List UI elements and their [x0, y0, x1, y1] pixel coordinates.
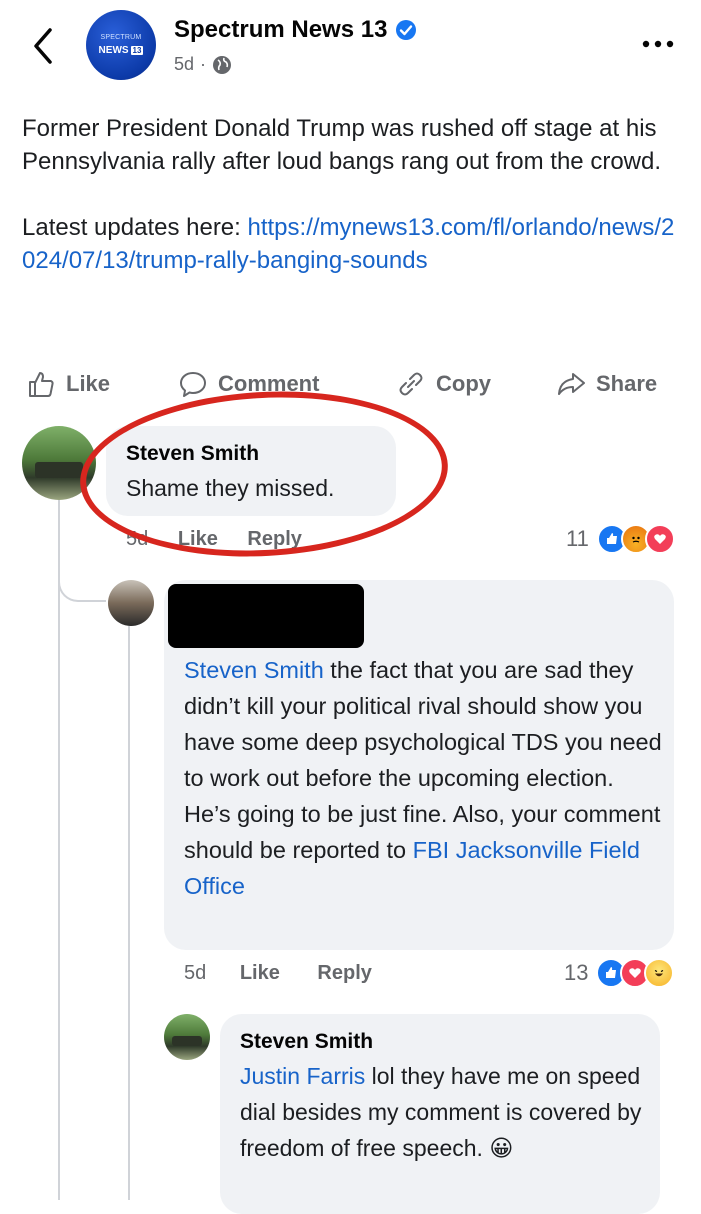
comment-author[interactable]: Steven Smith — [126, 442, 259, 466]
reply-like-link[interactable]: Like — [240, 962, 280, 984]
haha-reaction-icon — [644, 958, 675, 988]
reply-age[interactable]: 5d — [184, 962, 206, 984]
nested-reply-text: Justin Farris lol they have me on speed … — [240, 1058, 650, 1166]
nested-reply-avatar[interactable] — [164, 1014, 210, 1060]
page-name-text[interactable]: Spectrum News 13 — [174, 16, 387, 44]
more-options-icon[interactable] — [638, 34, 678, 54]
commenter-avatar[interactable] — [22, 426, 96, 500]
link-chain-icon — [399, 372, 423, 396]
back-arrow-icon[interactable] — [26, 24, 60, 68]
post-text: Former President Donald Trump was rushed… — [22, 112, 682, 277]
share-label: Share — [596, 371, 658, 396]
nested-reply-author[interactable]: Steven Smith — [240, 1030, 373, 1054]
logo-number: 13 — [130, 45, 144, 55]
thread-line-reply — [128, 626, 130, 1200]
logo-line2: NEWS — [98, 44, 129, 56]
comment-button[interactable]: Comment — [178, 362, 319, 406]
replier-avatar[interactable] — [108, 580, 154, 626]
reply-body: the fact that you are sad they didn’t ki… — [184, 657, 662, 863]
copy-button[interactable]: Copy — [396, 362, 491, 406]
comment-reactions[interactable]: 11 — [566, 524, 675, 554]
share-arrow-icon — [558, 373, 585, 395]
post-headline: Former President Donald Trump was rushed… — [22, 115, 662, 175]
reply-reply-link[interactable]: Reply — [317, 962, 371, 984]
thread-line-main — [58, 500, 60, 1200]
comment-reply-link[interactable]: Reply — [247, 528, 301, 550]
post-updates: Latest updates here: https://mynews13.co… — [22, 211, 682, 277]
grin-emoji-icon: 😀 — [489, 1135, 514, 1161]
comment-age[interactable]: 5d — [126, 528, 148, 550]
comment-label: Comment — [218, 371, 320, 396]
thumbs-up-icon — [29, 372, 54, 397]
comment-bubble: Steven Smith Shame they missed. — [106, 426, 396, 516]
spectrum-news-logo: SPECTRUM NEWS 13 — [99, 34, 144, 57]
globe-icon — [213, 55, 232, 74]
logo-line1: SPECTRUM — [100, 33, 142, 41]
post-age[interactable]: 5d — [174, 54, 194, 75]
reply-reactions[interactable]: 13 — [564, 958, 675, 988]
comment-text: Shame they missed. — [126, 475, 335, 501]
comment-bubble-icon — [180, 372, 206, 397]
reply-bubble: Steven Smith the fact that you are sad t… — [164, 580, 674, 950]
page-avatar[interactable]: SPECTRUM NEWS 13 — [86, 10, 156, 80]
reply-meta: 5d Like Reply — [184, 962, 372, 985]
thread-line-connector — [58, 560, 106, 602]
meta-separator: · — [200, 54, 207, 74]
redacted-author-name — [168, 584, 364, 648]
reply-reaction-count: 13 — [564, 960, 589, 985]
post-meta: 5d · — [174, 54, 232, 75]
comment-like-link[interactable]: Like — [178, 528, 218, 550]
copy-label: Copy — [436, 371, 491, 396]
page-name[interactable]: Spectrum News 13 — [174, 16, 417, 44]
reply-text: Steven Smith the fact that you are sad t… — [184, 652, 664, 904]
like-button[interactable]: Like — [26, 362, 110, 406]
updates-prefix: Latest updates here: — [22, 214, 248, 241]
share-button[interactable]: Share — [556, 362, 657, 406]
post-action-bar: Like Comment Copy Share — [0, 362, 701, 406]
like-label: Like — [66, 371, 111, 396]
verified-badge-icon — [396, 20, 417, 40]
comment-meta: 5d Like Reply — [126, 528, 302, 551]
nested-reply-bubble: Steven Smith Justin Farris lol they have… — [220, 1014, 660, 1214]
reply-mention-link[interactable]: Steven Smith — [184, 657, 324, 683]
nested-mention-link[interactable]: Justin Farris — [240, 1063, 365, 1089]
reaction-count: 11 — [566, 526, 589, 551]
love-reaction-icon — [644, 524, 675, 554]
